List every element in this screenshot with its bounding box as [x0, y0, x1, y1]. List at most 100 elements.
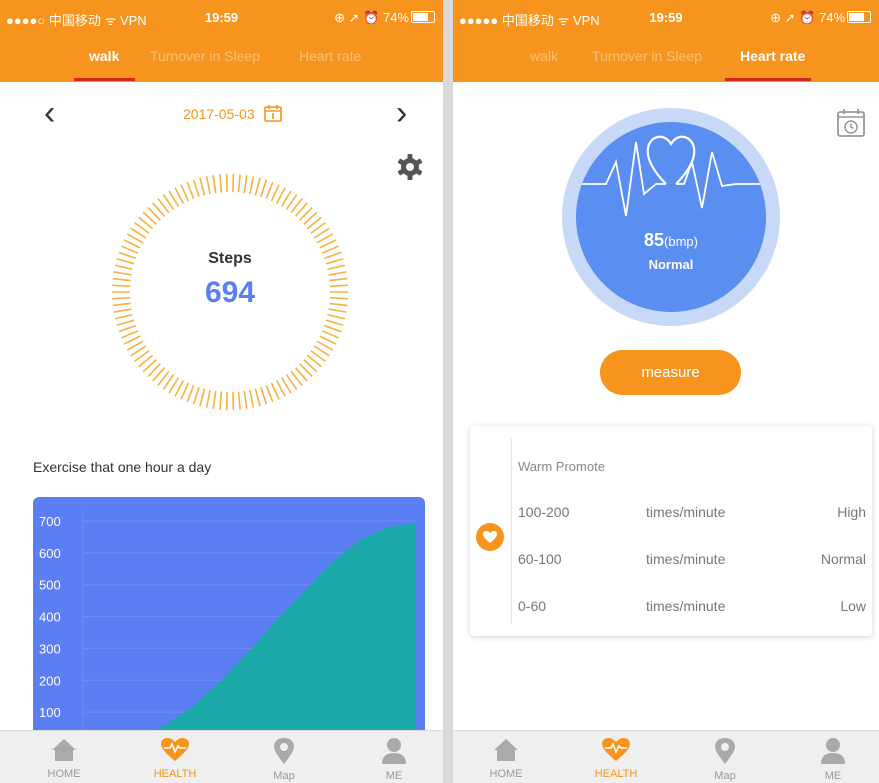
date-selector[interactable]: 2017-05-03: [183, 103, 283, 123]
nav-health[interactable]: HEALTH: [581, 737, 651, 780]
ring-tick: [254, 177, 261, 196]
tab-turnover-in-sleep[interactable]: Turnover in Sleep: [592, 48, 702, 64]
ring-tick: [123, 239, 141, 249]
ring-tick: [260, 386, 268, 405]
ring-tick: [219, 174, 223, 193]
next-day-icon[interactable]: ›: [396, 94, 407, 133]
date-text: 2017-05-03: [183, 106, 255, 122]
ring-tick: [329, 277, 348, 282]
map-pin-icon: [274, 738, 294, 764]
status-bar: ●●●●● 中国移动 ᯤ VPN 19:59 ⊕ ➚ ⏰ 74%: [453, 0, 879, 34]
nav-home-label: HOME: [489, 768, 523, 780]
tab-heart-rate[interactable]: Heart rate: [299, 48, 361, 64]
top-tabs: walk Turnover in Sleep Heart rate: [453, 34, 879, 82]
heart-pulse-icon: [161, 738, 189, 761]
ring-tick: [232, 391, 235, 410]
nav-map-label: Map: [273, 770, 295, 782]
ring-tick: [327, 264, 346, 271]
battery-text: ⊕ ➚ ⏰ 74%: [334, 10, 409, 25]
bottom-nav: HOME HEALTH Map ME: [0, 730, 443, 783]
nav-health-label: HEALTH: [594, 768, 638, 780]
ring-tick: [249, 176, 255, 195]
battery-icon: [847, 11, 871, 23]
row-unit: times/minute: [646, 551, 726, 567]
ring-tick: [174, 187, 185, 204]
map-pin-icon: [715, 738, 735, 764]
status-right: ⊕ ➚ ⏰ 74%: [334, 10, 435, 26]
nav-home[interactable]: HOME: [29, 737, 99, 780]
tab-active-indicator: [725, 78, 811, 81]
ring-tick: [205, 389, 211, 408]
ring-tick: [319, 335, 337, 345]
nav-me[interactable]: ME: [798, 737, 868, 782]
ring-tick: [225, 391, 228, 410]
nav-me-label: ME: [824, 770, 842, 782]
ring-tick: [112, 296, 131, 300]
y-tick-label: 700: [39, 514, 61, 529]
ring-tick: [199, 388, 206, 407]
tab-walk[interactable]: walk: [530, 48, 558, 64]
row-range: 60-100: [518, 551, 562, 567]
ring-tick: [319, 239, 337, 249]
nav-map[interactable]: Map: [690, 737, 760, 782]
ring-tick: [265, 181, 274, 200]
tab-walk[interactable]: walk: [89, 48, 119, 64]
ring-tick: [219, 391, 223, 410]
calendar-icon: [263, 105, 282, 122]
ring-tick: [199, 177, 206, 196]
ring-tick: [329, 296, 348, 300]
ring-tick: [186, 181, 195, 200]
prev-day-icon[interactable]: ‹: [44, 94, 55, 133]
ring-tick: [323, 324, 342, 333]
battery-text: ⊕ ➚ ⏰ 74%: [770, 10, 845, 25]
row-level: Normal: [820, 551, 866, 567]
ring-tick: [270, 184, 280, 202]
ring-tick: [192, 386, 200, 405]
heart-circle: 85(bmp) Normal: [576, 122, 766, 312]
exercise-chart: 700 600 500 400 300 200 100: [33, 497, 425, 737]
ring-tick: [116, 319, 135, 327]
steps-value: 694: [204, 276, 256, 309]
bpm-readout: 85(bmp): [576, 230, 766, 251]
steps-label: Steps: [208, 250, 252, 267]
ring-tick: [123, 335, 141, 345]
ring-tick: [237, 391, 241, 410]
status-right: ⊕ ➚ ⏰ 74%: [770, 10, 871, 26]
settings-gear-icon[interactable]: [395, 152, 425, 182]
nav-home[interactable]: HOME: [471, 737, 541, 780]
ring-tick: [270, 382, 280, 400]
steps-area-series: [83, 522, 415, 737]
ring-tick: [327, 313, 346, 320]
card-divider: [511, 438, 512, 624]
ring-tick: [275, 380, 286, 397]
ring-tick: [205, 176, 211, 195]
tab-active-indicator: [74, 78, 135, 81]
row-unit: times/minute: [646, 598, 726, 614]
bpm-unit: (bmp): [664, 234, 698, 249]
nav-health[interactable]: HEALTH: [140, 737, 210, 780]
measure-button[interactable]: measure: [600, 350, 741, 395]
heart-pulse-icon: [602, 738, 630, 761]
user-icon: [382, 738, 406, 764]
y-tick-label: 600: [39, 546, 61, 561]
tab-turnover-in-sleep[interactable]: Turnover in Sleep: [150, 48, 260, 64]
heart-state: Normal: [648, 257, 694, 272]
bottom-nav: HOME HEALTH Map ME: [453, 730, 879, 783]
row-range: 100-200: [518, 504, 570, 520]
ring-tick: [275, 187, 286, 204]
y-tick-label: 100: [39, 705, 61, 720]
ring-tick: [113, 271, 132, 276]
exercise-title: Exercise that one hour a day: [33, 459, 212, 475]
nav-me[interactable]: ME: [359, 737, 429, 782]
ring-tick: [225, 174, 228, 193]
tab-heart-rate[interactable]: Heart rate: [740, 48, 805, 64]
history-calendar-icon[interactable]: [835, 107, 867, 139]
promote-title: Warm Promote: [518, 459, 605, 474]
nav-health-label: HEALTH: [153, 768, 197, 780]
nav-map[interactable]: Map: [249, 737, 319, 782]
row-level: Low: [840, 598, 866, 614]
ring-tick: [328, 308, 347, 313]
ring-tick: [237, 174, 241, 193]
ring-tick: [243, 390, 248, 409]
heart-rate-screen: ●●●●● 中国移动 ᯤ VPN 19:59 ⊕ ➚ ⏰ 74% walk Tu…: [453, 0, 879, 783]
